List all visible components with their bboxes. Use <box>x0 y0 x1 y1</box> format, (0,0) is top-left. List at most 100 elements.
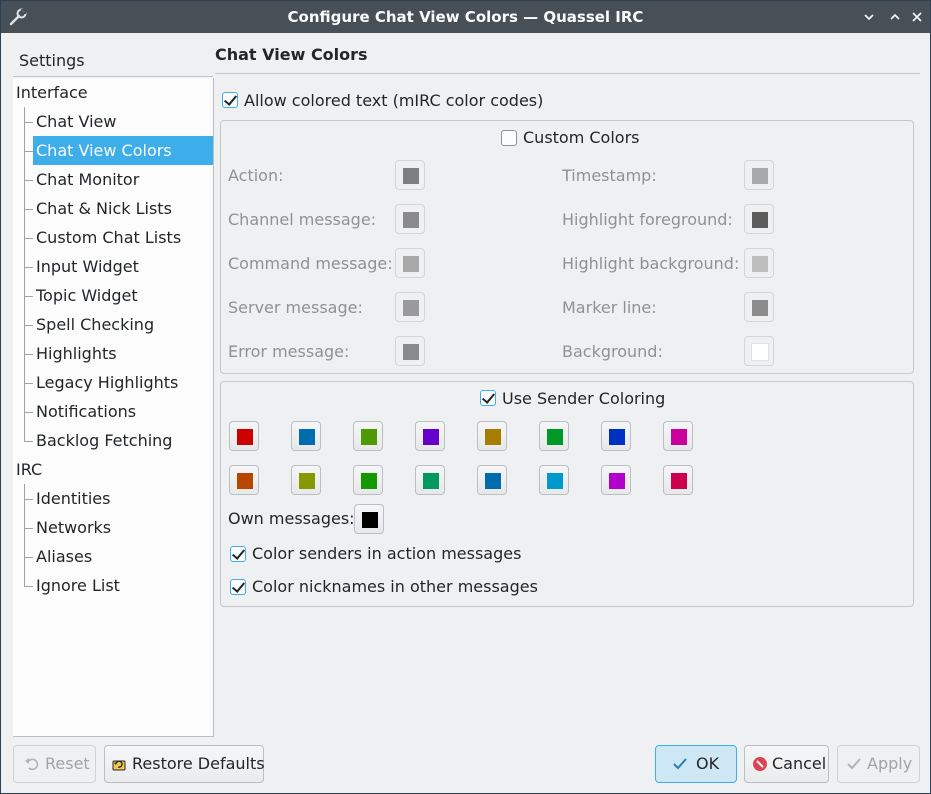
custom-color-button[interactable] <box>395 292 425 322</box>
sidebar-item-label: Chat View <box>36 112 117 131</box>
sidebar-item-input-widget[interactable]: Input Widget <box>36 252 139 281</box>
custom-colors-label[interactable]: Custom Colors <box>523 128 640 147</box>
window-title: Configure Chat View Colors — Quassel IRC <box>287 8 644 26</box>
close-icon[interactable] <box>907 7 927 27</box>
custom-color-button[interactable] <box>744 160 774 190</box>
sidebar-item-label: Interface <box>16 83 88 102</box>
settings-tree[interactable]: Interface Chat View Chat View Colors Chat M… <box>13 78 214 737</box>
own-messages-color-button[interactable] <box>354 504 384 534</box>
custom-color-button[interactable] <box>744 204 774 234</box>
color-swatch <box>752 212 768 228</box>
sender-color-button[interactable] <box>539 421 569 451</box>
color-swatch <box>423 429 439 445</box>
sender-color-button[interactable] <box>477 465 507 495</box>
custom-color-button[interactable] <box>744 248 774 278</box>
minimize-icon[interactable] <box>859 7 879 27</box>
checkmark-icon <box>673 758 687 770</box>
color-swatch <box>237 473 253 489</box>
tree-branch-line <box>24 339 34 368</box>
sidebar-item-custom-chat-lists[interactable]: Custom Chat Lists <box>36 223 181 252</box>
color-senders-action-checkbox[interactable] <box>230 546 246 562</box>
ok-button[interactable]: OK <box>655 745 737 783</box>
sidebar-item-notifications[interactable]: Notifications <box>36 397 136 426</box>
custom-color-label: Error message: <box>228 342 350 361</box>
custom-color-label: Highlight background: <box>562 254 740 273</box>
sidebar-item-topic-widget[interactable]: Topic Widget <box>36 281 138 310</box>
allow-colored-text-checkbox[interactable] <box>222 92 238 108</box>
tree-branch-line <box>24 223 34 252</box>
sidebar-item-label: Chat Monitor <box>36 170 140 189</box>
color-swatch <box>403 212 419 228</box>
allow-colored-text-label[interactable]: Allow colored text (mIRC color codes) <box>244 91 543 110</box>
sidebar-item-backlog-fetching[interactable]: Backlog Fetching <box>36 426 172 455</box>
custom-color-button[interactable] <box>395 248 425 278</box>
custom-color-label: Command message: <box>228 254 393 273</box>
sidebar-item-spell-checking[interactable]: Spell Checking <box>36 310 154 339</box>
use-sender-coloring-label[interactable]: Use Sender Coloring <box>502 389 665 408</box>
custom-colors-checkbox[interactable] <box>501 130 517 146</box>
sidebar-item-legacy-highlights[interactable]: Legacy Highlights <box>36 368 178 397</box>
sidebar-item-chat-nick-lists[interactable]: Chat & Nick Lists <box>36 194 172 223</box>
sender-color-button[interactable] <box>415 465 445 495</box>
sidebar-item-aliases[interactable]: Aliases <box>36 542 92 571</box>
sender-color-button[interactable] <box>353 421 383 451</box>
tree-branch-line <box>24 107 34 136</box>
sidebar-item-label: IRC <box>16 460 43 479</box>
custom-color-button[interactable] <box>395 336 425 366</box>
color-nicknames-other-label[interactable]: Color nicknames in other messages <box>252 577 538 596</box>
sender-color-button[interactable] <box>601 465 631 495</box>
custom-color-label: Server message: <box>228 298 363 317</box>
tree-branch-line <box>24 252 34 281</box>
tree-branch-line <box>24 165 34 194</box>
color-swatch <box>237 429 253 445</box>
restore-icon <box>112 760 126 771</box>
cancel-button[interactable]: Cancel <box>744 745 829 783</box>
color-senders-action-label[interactable]: Color senders in action messages <box>252 544 521 563</box>
title-bar[interactable]: Configure Chat View Colors — Quassel IRC <box>1 1 930 33</box>
sidebar-item-interface[interactable]: Interface <box>16 78 88 107</box>
custom-color-button[interactable] <box>395 160 425 190</box>
sidebar-item-highlights[interactable]: Highlights <box>36 339 117 368</box>
color-nicknames-other-checkbox[interactable] <box>230 579 246 595</box>
sidebar-item-label: Aliases <box>36 547 93 566</box>
color-swatch <box>671 429 687 445</box>
sender-color-button[interactable] <box>229 465 259 495</box>
sender-color-button[interactable] <box>229 421 259 451</box>
sender-color-button[interactable] <box>291 421 321 451</box>
sidebar-item-networks[interactable]: Networks <box>36 513 111 542</box>
tree-branch-line <box>24 426 34 442</box>
sidebar-item-chat-view-colors[interactable]: Chat View Colors <box>33 136 213 165</box>
use-sender-coloring-checkbox[interactable] <box>480 390 496 406</box>
tree-branch-line <box>24 542 34 571</box>
sender-color-button[interactable] <box>291 465 321 495</box>
color-swatch <box>547 429 563 445</box>
custom-color-button[interactable] <box>744 292 774 322</box>
custom-color-button[interactable] <box>744 336 774 366</box>
custom-color-button[interactable] <box>395 204 425 234</box>
sidebar-item-label: Networks <box>36 518 112 537</box>
color-swatch <box>751 343 769 361</box>
sender-color-button[interactable] <box>477 421 507 451</box>
sender-color-button[interactable] <box>539 465 569 495</box>
sender-color-button[interactable] <box>415 421 445 451</box>
sender-color-button[interactable] <box>353 465 383 495</box>
sidebar-item-label: Legacy Highlights <box>36 373 179 392</box>
tree-branch-line <box>24 513 34 542</box>
sidebar-item-label: Spell Checking <box>36 315 155 334</box>
sender-color-button[interactable] <box>663 465 693 495</box>
sidebar-item-chat-view[interactable]: Chat View <box>36 107 116 136</box>
page-title: Chat View Colors <box>215 45 368 64</box>
sidebar-item-identities[interactable]: Identities <box>36 484 110 513</box>
sidebar-item-chat-monitor[interactable]: Chat Monitor <box>36 165 139 194</box>
maximize-icon[interactable] <box>885 7 905 27</box>
sender-color-button[interactable] <box>601 421 631 451</box>
color-swatch <box>403 344 419 360</box>
color-swatch <box>485 429 501 445</box>
reset-button[interactable]: Reset <box>13 745 96 783</box>
restore-defaults-button[interactable]: Restore Defaults <box>104 745 265 783</box>
apply-button[interactable]: Apply <box>837 745 920 783</box>
sidebar-item-ignore-list[interactable]: Ignore List <box>36 571 120 600</box>
sender-color-button[interactable] <box>663 421 693 451</box>
sidebar-item-irc[interactable]: IRC <box>16 455 42 484</box>
color-swatch <box>403 256 419 272</box>
